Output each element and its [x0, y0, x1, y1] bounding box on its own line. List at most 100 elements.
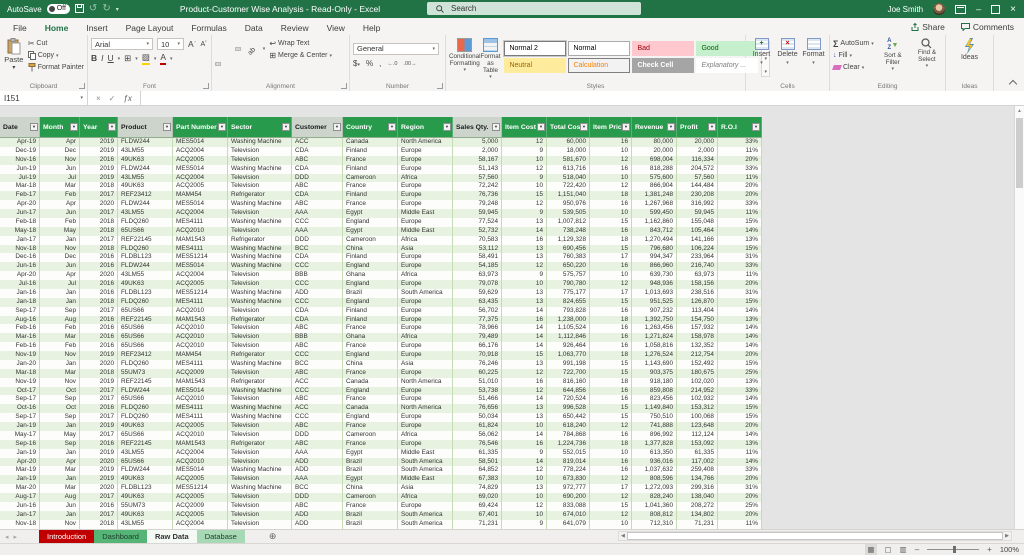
table-cell[interactable]: 12	[502, 369, 547, 378]
column-header-r-o-i[interactable]: R.O.I▼	[718, 117, 762, 137]
table-cell[interactable]: 972,777	[547, 484, 590, 493]
table-cell[interactable]: 15	[590, 369, 632, 378]
table-cell[interactable]: BBB	[292, 271, 343, 280]
insert-cells-button[interactable]: + Insert ▾	[749, 38, 774, 67]
table-cell[interactable]: 16	[590, 165, 632, 174]
table-cell[interactable]: 59,629	[453, 289, 502, 298]
table-cell[interactable]: MAM1543	[173, 236, 228, 245]
increase-decimal-icon[interactable]: ←.0	[387, 61, 397, 67]
table-cell[interactable]: REF22145	[118, 236, 173, 245]
align-center-icon[interactable]	[225, 62, 231, 66]
table-cell[interactable]: 16	[590, 200, 632, 209]
orientation-icon[interactable]: ab	[245, 38, 259, 60]
column-header-region[interactable]: Region▼	[398, 117, 453, 137]
table-cell[interactable]: ABC	[292, 156, 343, 165]
table-cell[interactable]: 155,048	[677, 218, 718, 227]
table-cell[interactable]: 843,712	[632, 227, 677, 236]
column-header-revenue[interactable]: Revenue▼	[632, 117, 677, 137]
table-cell[interactable]: 14%	[718, 431, 762, 440]
table-cell[interactable]: 16	[502, 378, 547, 387]
table-cell[interactable]: 65US66	[118, 333, 173, 342]
table-cell[interactable]: Refrigerator	[228, 440, 292, 449]
column-header-customer[interactable]: Customer▼	[292, 117, 343, 137]
table-cell[interactable]: 134,802	[677, 511, 718, 520]
table-cell[interactable]: 51,466	[453, 395, 502, 404]
table-cell[interactable]: 55UM73	[118, 369, 173, 378]
table-cell[interactable]: Apr	[40, 271, 80, 280]
table-cell[interactable]: ACQ2010	[173, 458, 228, 467]
filter-button[interactable]: ▼	[163, 123, 171, 131]
table-cell[interactable]: ACQ2010	[173, 227, 228, 236]
table-cell[interactable]: 1,224,736	[547, 440, 590, 449]
table-cell[interactable]: 9	[502, 271, 547, 280]
table-cell[interactable]: 154,750	[677, 316, 718, 325]
table-cell[interactable]: 2017	[80, 431, 118, 440]
table-cell[interactable]: Nov-18	[0, 245, 40, 254]
table-cell[interactable]: Sep	[40, 395, 80, 404]
table-cell[interactable]: 599,450	[632, 209, 677, 218]
table-cell[interactable]: CCC	[292, 413, 343, 422]
table-cell[interactable]: 16	[590, 262, 632, 271]
table-cell[interactable]: 824,655	[547, 298, 590, 307]
table-cell[interactable]: Jan-18	[0, 298, 40, 307]
table-cell[interactable]: FLDBL123	[118, 484, 173, 493]
table-cell[interactable]: 1,013,693	[632, 289, 677, 298]
table-cell[interactable]: 13	[502, 218, 547, 227]
scroll-up-icon[interactable]: ▲	[1015, 106, 1024, 116]
table-cell[interactable]: 20,000	[632, 147, 677, 156]
table-cell[interactable]: Middle East	[398, 227, 453, 236]
table-cell[interactable]: Television	[228, 520, 292, 529]
table-cell[interactable]: BCC	[292, 484, 343, 493]
table-cell[interactable]: ACQ2004	[173, 449, 228, 458]
table-cell[interactable]: Cameroon	[343, 174, 398, 183]
table-cell[interactable]: 10	[502, 156, 547, 165]
table-cell[interactable]: REF23412	[118, 191, 173, 200]
table-cell[interactable]: 43LM55	[118, 271, 173, 280]
table-cell[interactable]: 64,852	[453, 466, 502, 475]
table-cell[interactable]: MAM454	[173, 191, 228, 200]
table-cell[interactable]: 1,263,456	[632, 324, 677, 333]
table-cell[interactable]: 833,088	[547, 502, 590, 511]
table-cell[interactable]: Africa	[398, 333, 453, 342]
table-cell[interactable]: 15	[590, 413, 632, 422]
table-cell[interactable]: 20%	[718, 422, 762, 431]
table-cell[interactable]: Jan-16	[0, 289, 40, 298]
table-cell[interactable]: 1,267,968	[632, 200, 677, 209]
table-cell[interactable]: 903,375	[632, 369, 677, 378]
table-cell[interactable]: 808,812	[632, 511, 677, 520]
table-cell[interactable]: Europe	[398, 342, 453, 351]
table-cell[interactable]: MES5014	[173, 165, 228, 174]
wrap-text-button[interactable]: ↩Wrap Text	[269, 38, 332, 49]
table-cell[interactable]: 138,040	[677, 493, 718, 502]
accounting-format-icon[interactable]: $▾	[353, 59, 360, 68]
table-cell[interactable]: 15	[590, 404, 632, 413]
table-cell[interactable]: Egypt	[343, 227, 398, 236]
table-cell[interactable]: 2020	[80, 458, 118, 467]
table-cell[interactable]: Washing Machine	[228, 466, 292, 475]
table-cell[interactable]: 58,167	[453, 156, 502, 165]
table-cell[interactable]: Mar	[40, 484, 80, 493]
table-cell[interactable]: ABC	[292, 395, 343, 404]
table-cell[interactable]: 760,383	[547, 253, 590, 262]
table-cell[interactable]: 2017	[80, 387, 118, 396]
table-cell[interactable]: Apr	[40, 200, 80, 209]
menu-tab-insert[interactable]: Insert	[86, 21, 107, 36]
table-cell[interactable]: 233,964	[677, 253, 718, 262]
copy-button[interactable]: Copy▾	[28, 50, 84, 61]
table-cell[interactable]: 15%	[718, 404, 762, 413]
table-cell[interactable]: Mar	[40, 333, 80, 342]
table-cell[interactable]: Jun-17	[0, 209, 40, 218]
table-cell[interactable]: 720,524	[547, 395, 590, 404]
table-cell[interactable]: Cameroon	[343, 493, 398, 502]
table-cell[interactable]: Nov	[40, 245, 80, 254]
table-cell[interactable]: 778,224	[547, 466, 590, 475]
table-cell[interactable]: 2019	[80, 378, 118, 387]
table-cell[interactable]: 15	[590, 298, 632, 307]
table-cell[interactable]: 31%	[718, 289, 762, 298]
filter-button[interactable]: ▼	[333, 123, 341, 131]
table-cell[interactable]: 49UK63	[118, 422, 173, 431]
table-cell[interactable]: 11%	[718, 520, 762, 529]
table-cell[interactable]: 14%	[718, 324, 762, 333]
table-cell[interactable]: ACQ2004	[173, 147, 228, 156]
table-cell[interactable]: ACQ2004	[173, 174, 228, 183]
